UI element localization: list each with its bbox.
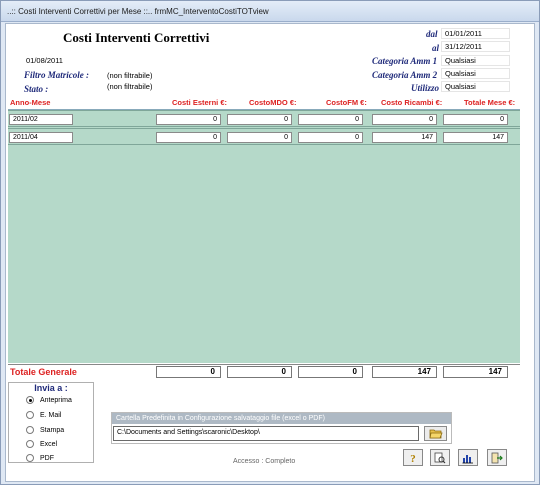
chart-button[interactable] [458,449,478,466]
categoria-amm1-label: Categoria Amm 1 [372,56,438,66]
categoria-amm2-label: Categoria Amm 2 [372,70,438,80]
window-title: ..:: Costi Interventi Correttivi per Mes… [7,7,269,16]
total-totale-mese: 147 [443,366,508,378]
cartella-header: Cartella Predefinita in Configurazione s… [112,413,451,424]
cell-totale-mese[interactable]: 0 [443,114,508,125]
total-costo-ricambi: 147 [372,366,437,378]
radio-stampa[interactable]: Stampa [26,426,64,434]
question-icon: ? [410,453,416,464]
title-bar: ..:: Costi Interventi Correttivi per Mes… [1,1,539,22]
cartella-predefinita-group: Cartella Predefinita in Configurazione s… [111,412,452,444]
cell-costi-esterni[interactable]: 0 [156,114,221,125]
col-header-totale-mese: Totale Mese €: [464,98,516,107]
cell-costi-esterni[interactable]: 0 [156,132,221,143]
page-title: Costi Interventi Correttivi [63,30,210,45]
cell-costo-mdo[interactable]: 0 [227,114,292,125]
radio-anteprima[interactable]: Anteprima [26,396,72,404]
cell-anno-mese[interactable]: 2011/02 [9,114,73,125]
svg-text:?: ? [410,453,416,464]
table-row[interactable]: 2011/02 0 0 0 0 0 [8,110,520,127]
total-costo-mdo: 0 [227,366,292,378]
cell-costo-ricambi[interactable]: 0 [372,114,437,125]
folder-open-icon [429,429,443,439]
exit-button[interactable] [487,449,507,466]
exit-icon [491,452,503,463]
access-status: Accesso : Completo [233,458,296,465]
totals-row: Totale Generale 0 0 0 147 147 [8,364,520,378]
col-header-costo-ricambi: Costo Ricambi €: [381,98,443,107]
col-header-costo-mdo: CostoMDO €: [249,98,297,107]
radio-button[interactable] [26,440,34,448]
total-costi-esterni: 0 [156,366,221,378]
totale-generale-label: Totale Generale [10,367,77,377]
al-label: al [432,43,440,53]
radio-button[interactable] [26,411,34,419]
cell-costo-ricambi[interactable]: 147 [372,132,437,143]
radio-label: E. Mail [40,411,62,419]
col-header-costo-fm: CostoFM €: [326,98,367,107]
radio-email[interactable]: E. Mail [26,411,61,419]
invia-a-title: Invia a : [34,383,68,393]
col-header-costi-esterni: Costi Esterni €: [172,98,228,107]
cell-totale-mese[interactable]: 147 [443,132,508,143]
table-row[interactable]: 2011/04 0 0 0 147 147 [8,128,520,145]
dal-label: dal [426,29,438,39]
cell-costo-fm[interactable]: 0 [298,132,363,143]
radio-pdf[interactable]: PDF [26,454,54,462]
cell-anno-mese[interactable]: 2011/04 [9,132,73,143]
dal-field[interactable]: 01/01/2011 [441,28,510,39]
data-grid: 2011/02 0 0 0 0 0 2011/04 0 0 0 147 147 [8,109,520,363]
filtro-matricole-label: Filtro Matricole : [24,70,89,80]
cell-costo-fm[interactable]: 0 [298,114,363,125]
categoria-amm1-field[interactable]: Qualsiasi [441,55,510,66]
utilizzo-label: Utilizzo [411,83,440,93]
radio-label: Excel [40,440,58,448]
save-path-field[interactable]: C:\Documents and Settings\scaronic\Deskt… [113,426,419,441]
stato-value: (non filtrabile) [107,82,153,91]
cell-costo-mdo[interactable]: 0 [227,132,292,143]
radio-button[interactable] [26,396,34,404]
chart-icon [462,454,473,463]
radio-button[interactable] [26,426,34,434]
utilizzo-field[interactable]: Qualsiasi [441,81,510,92]
al-field[interactable]: 31/12/2011 [441,41,510,52]
categoria-amm2-field[interactable]: Qualsiasi [441,68,510,79]
filtro-matricole-value: (non filtrabile) [107,71,153,80]
col-header-anno-mese: Anno-Mese [10,98,51,107]
invia-a-group: Invia a : Anteprima E. Mail Stampa Excel… [8,382,94,463]
radio-label: Anteprima [40,396,72,404]
preview-icon [434,452,446,463]
radio-label: Stampa [40,426,65,434]
radio-label: PDF [40,454,54,462]
radio-excel[interactable]: Excel [26,440,57,448]
report-date: 01/08/2011 [26,56,63,65]
total-costo-fm: 0 [298,366,363,378]
browse-folder-button[interactable] [424,426,447,441]
radio-button[interactable] [26,454,34,462]
preview-button[interactable] [430,449,450,466]
help-button[interactable]: ? [403,449,423,466]
stato-label: Stato : [24,84,49,94]
